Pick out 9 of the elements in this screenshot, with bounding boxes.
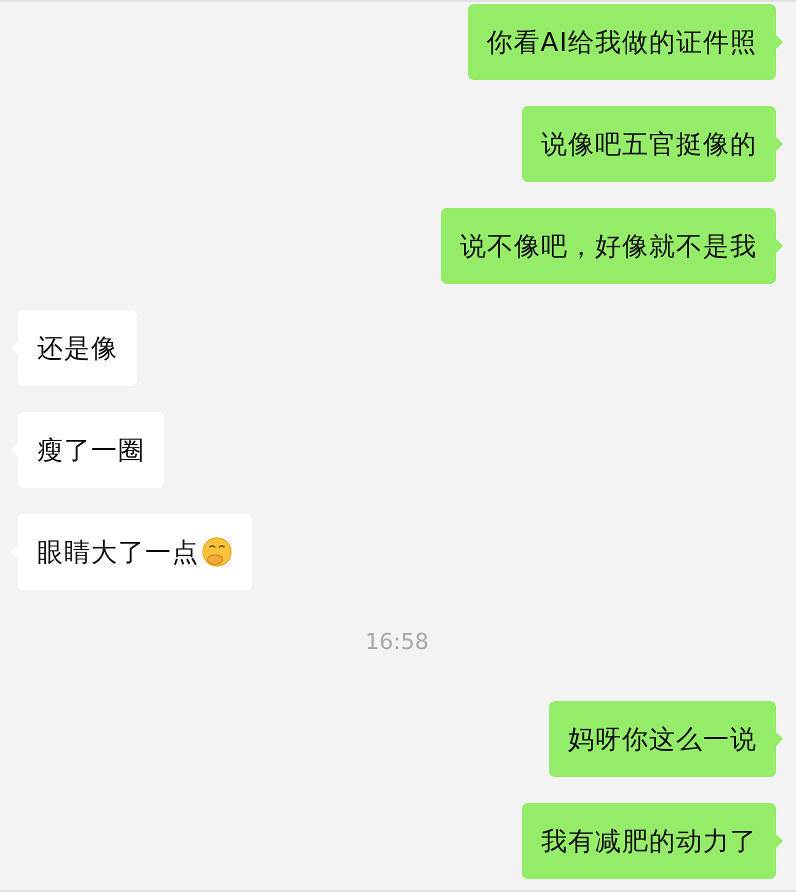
timestamp: 16:58 [365,630,429,655]
message-text: 说像吧五官挺像的 [541,128,757,162]
message-text: 我有减肥的动力了 [541,826,757,858]
message-text: 还是像 [37,332,118,366]
message-text: 你看AI给我做的证件照 [486,26,757,60]
message-text: 眼睛大了一点 [37,536,199,570]
message-text: 瘦了一圈 [37,434,145,468]
message-text: 说不像吧，好像就不是我 [460,230,757,264]
message-text: 妈呀你这么一说 [568,724,757,756]
